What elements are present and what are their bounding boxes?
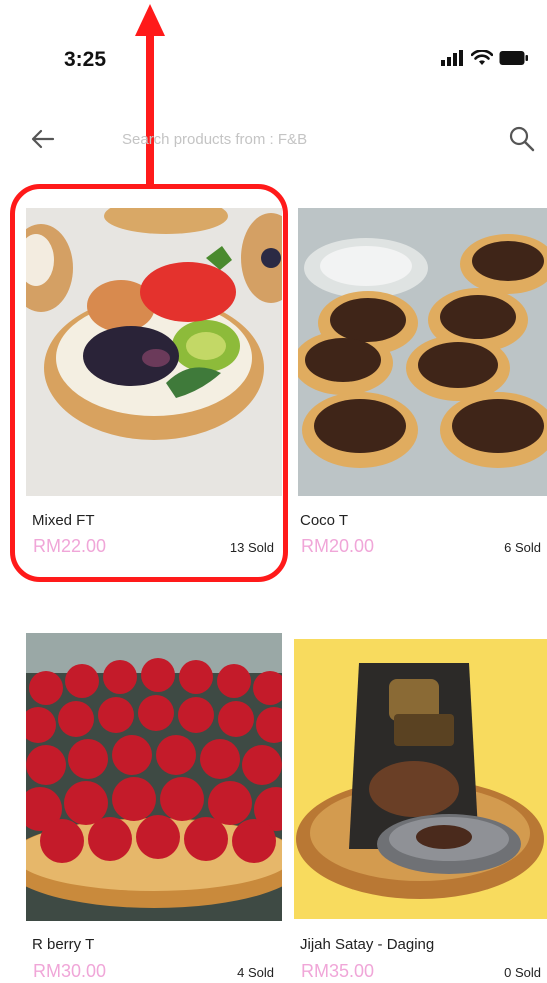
search-input[interactable] bbox=[118, 123, 496, 155]
product-sold-count: 4 Sold bbox=[237, 965, 274, 980]
back-arrow-icon[interactable] bbox=[28, 124, 58, 154]
status-bar: 3:25 bbox=[0, 0, 547, 120]
product-image bbox=[26, 208, 282, 496]
search-icon[interactable] bbox=[507, 124, 537, 154]
battery-icon bbox=[499, 51, 528, 65]
status-time: 3:25 bbox=[64, 48, 107, 71]
product-sold-count: 0 Sold bbox=[504, 965, 541, 980]
wifi-icon bbox=[471, 50, 493, 65]
product-name: Jijah Satay - Daging bbox=[300, 936, 435, 953]
product-price: RM35.00 bbox=[301, 961, 375, 981]
status-icons bbox=[441, 50, 529, 66]
product-price: RM30.00 bbox=[33, 961, 107, 981]
product-card-mixed-ft[interactable]: Mixed FT RM22.00 13 Sold bbox=[26, 208, 282, 558]
product-name: R berry T bbox=[32, 936, 95, 953]
product-card-coco-t[interactable]: Coco T RM20.00 6 Sold bbox=[298, 208, 547, 558]
product-name: Coco T bbox=[300, 512, 349, 529]
signal-icon bbox=[441, 50, 463, 66]
product-card-r-berry-t[interactable]: R berry T RM30.00 4 Sold bbox=[26, 633, 282, 983]
product-price: RM20.00 bbox=[301, 536, 375, 556]
search-bar bbox=[0, 118, 547, 166]
product-sold-count: 13 Sold bbox=[229, 540, 274, 555]
product-image bbox=[26, 633, 282, 921]
product-name: Mixed FT bbox=[32, 512, 95, 529]
product-price: RM22.00 bbox=[33, 536, 107, 556]
annotation-arrow-head bbox=[135, 4, 165, 36]
product-image bbox=[298, 208, 547, 496]
product-sold-count: 6 Sold bbox=[504, 540, 541, 555]
product-card-jijah-satay-daging[interactable]: Jijah Satay - Daging RM35.00 0 Sold bbox=[294, 639, 547, 983]
product-image bbox=[294, 639, 547, 919]
